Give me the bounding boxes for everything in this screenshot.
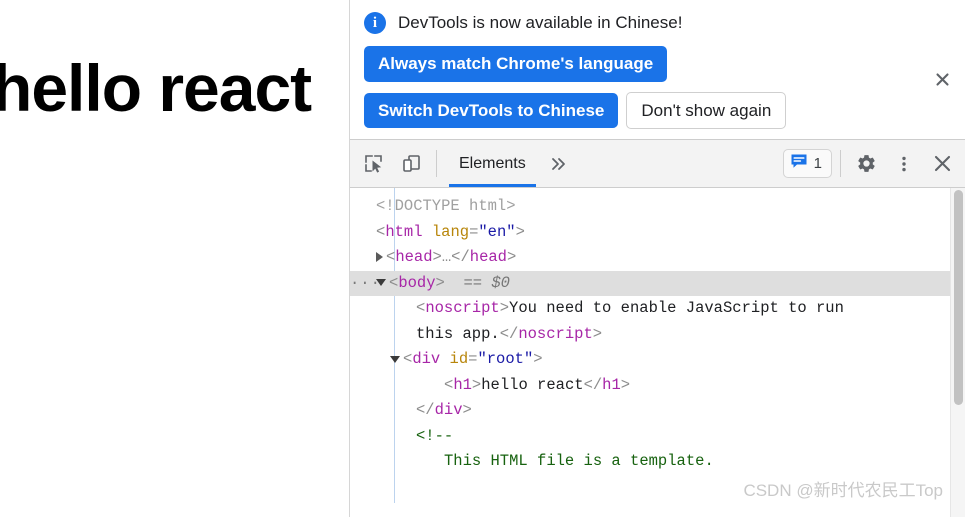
dom-tree[interactable]: <!DOCTYPE html> <html lang="en"> <head>…</…	[350, 188, 965, 517]
dom-line-div-root-close[interactable]: </div>	[350, 398, 965, 424]
notification-action-row-2: Switch DevTools to Chinese Don't show ag…	[364, 91, 787, 130]
notification-message-row: i DevTools is now available in Chinese!	[364, 12, 953, 34]
page-viewport: hello react	[0, 0, 350, 517]
dom-line-noscript-1[interactable]: <noscript>You need to enable JavaScript …	[350, 296, 965, 322]
dom-token: noscript	[425, 299, 500, 318]
gear-icon[interactable]	[847, 140, 885, 187]
dom-token: …	[441, 248, 452, 267]
issues-message-icon	[790, 152, 808, 175]
dom-lines-container: <!DOCTYPE html> <html lang="en"> <head>…</…	[350, 194, 965, 475]
dom-token: == $0	[444, 273, 510, 292]
dom-token: <!DOCTYPE html>	[376, 197, 516, 216]
devtools-window: hello react i DevTools is now available …	[0, 0, 965, 517]
tree-bottom-fade	[350, 503, 950, 517]
switch-devtools-to-chinese-button[interactable]: Switch DevTools to Chinese	[364, 92, 619, 129]
device-toolbar-icon[interactable]	[392, 140, 430, 187]
dom-line-comment-open[interactable]: <!--	[350, 424, 965, 450]
toolbar-divider-1	[436, 150, 437, 178]
dom-token: <	[444, 375, 454, 394]
close-icon[interactable]	[929, 66, 955, 92]
notification-message: DevTools is now available in Chinese!	[398, 13, 683, 32]
dom-token: h1	[602, 375, 621, 394]
dom-token: >	[471, 375, 482, 394]
dom-token: This HTML file is a template.	[444, 452, 714, 471]
dom-token: >	[533, 350, 543, 369]
dom-token: >	[432, 248, 442, 267]
dom-line-noscript-2[interactable]: this app.</noscript>	[350, 322, 965, 348]
dont-show-again-button[interactable]: Don't show again	[626, 91, 787, 130]
dom-token: <	[376, 222, 386, 241]
triangle-down-icon[interactable]	[390, 355, 400, 363]
dom-token	[440, 350, 449, 368]
inspect-element-icon[interactable]	[354, 140, 392, 187]
dom-line-comment-body[interactable]: This HTML file is a template.	[350, 449, 965, 475]
dom-token: </	[499, 324, 519, 343]
dom-token: div	[434, 401, 463, 420]
dom-token: >	[499, 299, 510, 318]
dom-token: "en"	[478, 222, 516, 241]
dom-token: </	[451, 248, 470, 267]
dom-tree-scrollbar[interactable]	[950, 188, 965, 517]
dom-token: >	[506, 248, 517, 267]
dom-token: <	[389, 273, 399, 292]
dom-token: div	[412, 350, 441, 369]
dom-token: You need to enable JavaScript to run	[509, 299, 844, 318]
dom-token: "root"	[477, 350, 534, 369]
always-match-chrome-language-button[interactable]: Always match Chrome's language	[364, 46, 668, 82]
dom-token: </	[583, 375, 603, 394]
dom-line-doctype[interactable]: <!DOCTYPE html>	[350, 194, 965, 220]
info-icon: i	[364, 12, 386, 34]
dom-token: >	[435, 273, 445, 292]
dom-token: >	[620, 375, 631, 394]
dom-token	[423, 223, 432, 241]
tab-elements[interactable]: Elements	[443, 140, 542, 188]
dom-token: noscript	[518, 324, 593, 343]
dom-token: >	[515, 222, 525, 241]
notification-action-row-1: Always match Chrome's language	[364, 46, 668, 82]
dom-token: <!--	[416, 426, 454, 445]
dom-token: =	[469, 222, 479, 241]
dom-token: html	[385, 222, 423, 241]
page-heading: hello react	[0, 51, 312, 125]
dom-token: >	[592, 324, 603, 343]
dom-token: <	[386, 248, 396, 267]
watermark: CSDN @新时代农民工Top	[743, 480, 943, 500]
scrollbar-thumb[interactable]	[954, 190, 963, 406]
dom-line-head[interactable]: <head>…</head>	[350, 245, 965, 271]
dom-token: </	[416, 401, 435, 420]
issues-count: 1	[813, 155, 822, 173]
close-devtools-icon[interactable]	[923, 140, 961, 187]
language-notification-banner: i DevTools is now available in Chinese! …	[350, 0, 965, 141]
dom-token: hello react	[481, 375, 584, 394]
dom-line-body[interactable]: ··· <body> == $0	[350, 270, 965, 297]
toolbar-divider-2	[840, 150, 841, 178]
dom-token: h1	[453, 375, 472, 394]
devtools-toolbar: Elements 1	[350, 140, 965, 189]
issues-badge[interactable]: 1	[782, 149, 832, 179]
dom-token: <	[416, 299, 426, 318]
dom-line-html-open[interactable]: <html lang="en">	[350, 220, 965, 246]
dom-line-h1[interactable]: <h1>hello react</h1>	[350, 373, 965, 399]
kebab-menu-icon[interactable]	[885, 140, 923, 187]
dom-line-badge[interactable]: ···	[350, 271, 381, 297]
dom-token: id	[449, 350, 469, 369]
dom-token: lang	[431, 222, 470, 241]
chevron-double-right-icon[interactable]	[542, 140, 576, 187]
dom-token: this app.	[416, 324, 500, 343]
dom-token: head	[469, 248, 507, 267]
notification-actions: Always match Chrome's language Switch De…	[364, 46, 953, 130]
dom-token: <	[403, 350, 413, 369]
triangle-right-icon[interactable]	[376, 252, 383, 262]
dom-token: body	[398, 273, 436, 292]
devtools-panel: i DevTools is now available in Chinese! …	[350, 0, 965, 517]
dom-token: >	[462, 401, 472, 420]
dom-token: head	[395, 248, 433, 267]
dom-line-div-root-open[interactable]: <div id="root">	[350, 347, 965, 373]
